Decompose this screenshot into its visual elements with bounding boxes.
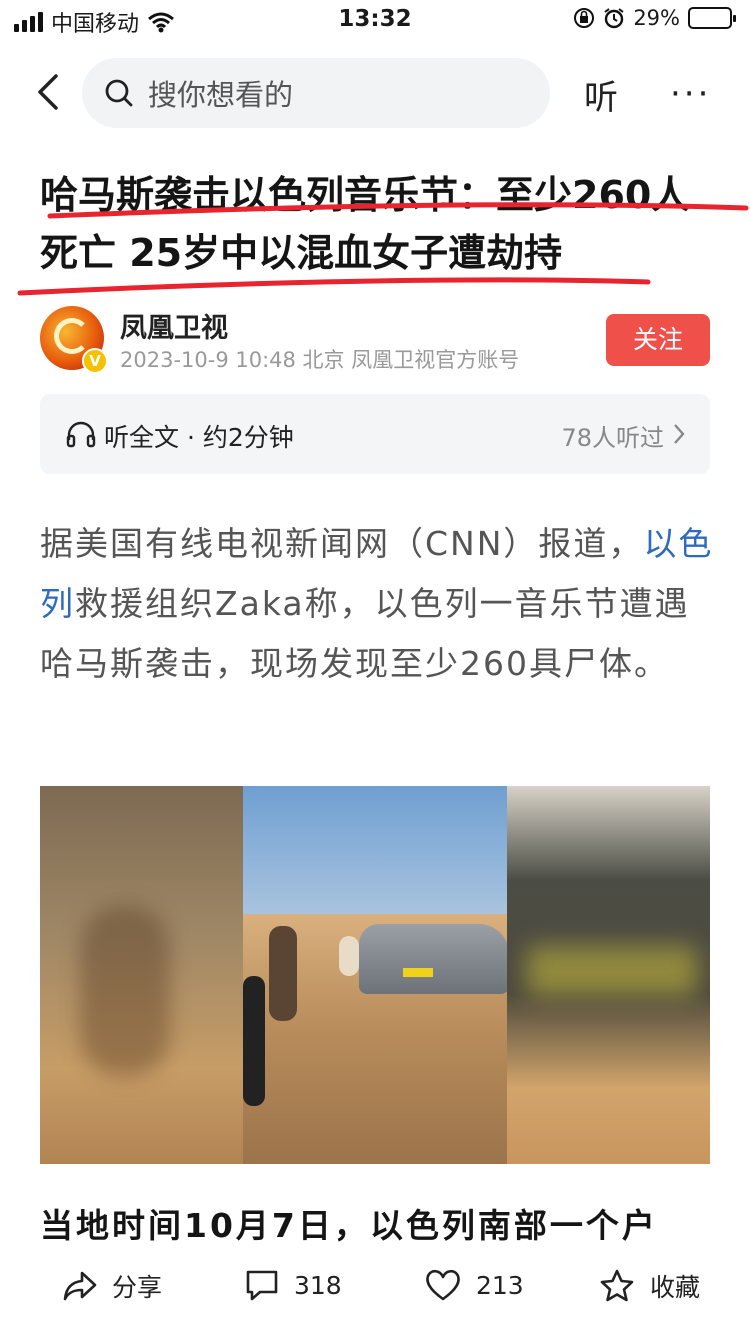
status-bar: 中国移动 13:32 29% [0, 0, 750, 44]
chevron-right-icon [674, 424, 685, 444]
comment-icon [246, 1270, 278, 1301]
headphones-icon [66, 421, 96, 448]
article-photo[interactable] [40, 786, 710, 1164]
favorite-button[interactable]: 收藏 [598, 1268, 700, 1304]
author-row: V 凤凰卫视 2023-10-9 10:48 北京 凤凰卫视官方账号 关注 [40, 306, 710, 376]
person [243, 976, 265, 1106]
listen-count: 78人听过 [561, 424, 664, 452]
photo-blurred-right [507, 786, 710, 1164]
like-button[interactable]: 213 [424, 1268, 524, 1302]
person [269, 926, 297, 1021]
heart-icon [426, 1269, 460, 1301]
article-title: 哈马斯袭击以色列音乐节：至少260人死亡 25岁中以混血女子遭劫持 [40, 173, 690, 275]
search-icon [105, 79, 133, 107]
top-nav: 搜你想看的 听 ··· [0, 52, 750, 132]
orientation-lock-icon [574, 8, 595, 28]
photo-blurred-left [40, 786, 243, 1164]
paragraph-text: 救援组织Zaka称，以色列一音乐节遭遇哈马斯袭击，现场发现至少260具尸体。 [40, 584, 690, 683]
person [339, 936, 359, 976]
paragraph-text: 据美国有线电视新闻网（CNN）报道， [40, 524, 644, 563]
comments-count: 318 [294, 1270, 342, 1300]
verified-badge-icon: V [82, 348, 108, 374]
favorite-label: 收藏 [650, 1273, 701, 1302]
share-icon [63, 1271, 97, 1301]
publish-meta: 2023-10-9 10:48 北京 凤凰卫视官方账号 [120, 348, 520, 372]
share-button[interactable]: 分享 [62, 1268, 162, 1304]
search-input[interactable]: 搜你想看的 [82, 58, 550, 128]
likes-count: 213 [476, 1270, 524, 1300]
car [359, 924, 509, 994]
share-label: 分享 [112, 1273, 163, 1302]
listen-button[interactable]: 听 [584, 70, 618, 119]
phoenix-logo-icon [54, 318, 90, 354]
listen-full-text-bar[interactable]: 听全文 · 约2分钟 78人听过 [40, 394, 710, 474]
photo-scene [243, 786, 509, 1164]
battery-charging-icon [688, 7, 736, 29]
author-name[interactable]: 凤凰卫视 [120, 306, 228, 345]
search-placeholder: 搜你想看的 [148, 78, 294, 112]
star-icon [600, 1269, 634, 1302]
back-icon[interactable] [30, 72, 66, 112]
article-subheading: 当地时间10月7日，以色列南部一个户 [40, 1206, 658, 1245]
bottom-action-bar: 分享 318 213 收藏 [0, 1254, 750, 1334]
article-paragraph: 据美国有线电视新闻网（CNN）报道，以色列救援组织Zaka称，以色列一音乐节遭遇… [40, 514, 715, 694]
battery-percent: 29% [633, 6, 680, 30]
follow-button[interactable]: 关注 [606, 314, 710, 366]
author-avatar[interactable]: V [40, 306, 108, 374]
more-options-button[interactable]: ··· [670, 74, 711, 114]
listen-full-text-label: 听全文 · 约2分钟 [104, 423, 294, 452]
alarm-icon [604, 8, 624, 29]
comments-button[interactable]: 318 [244, 1268, 342, 1302]
